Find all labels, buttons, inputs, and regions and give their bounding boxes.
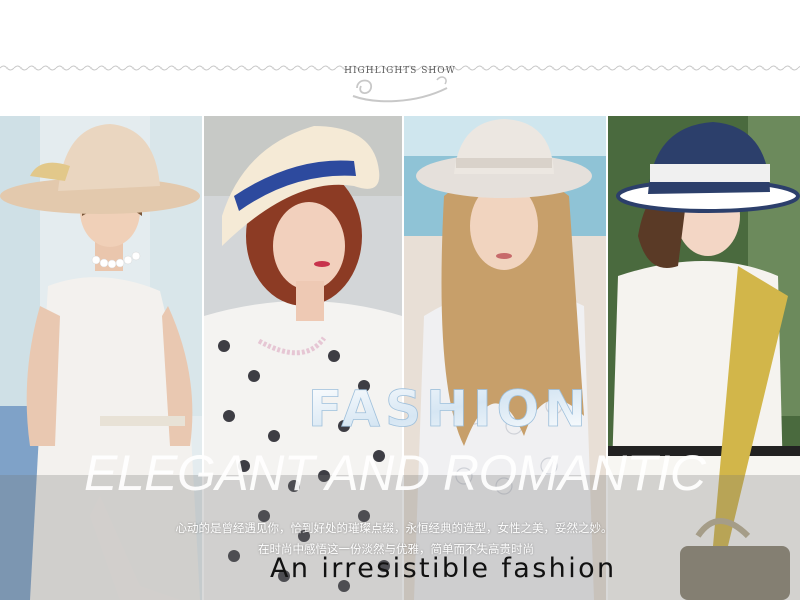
swirl-ornament-icon <box>352 76 448 103</box>
headline: ELEGANT AND ROMANTIC <box>84 445 706 501</box>
caption-line-1: 心动的是曾经遇见你，恰到好处的璀璨点缀，永恒经典的造型，女性之美，妥然之妙。 <box>175 523 613 535</box>
fashion-sparkle-word: FASHION <box>308 380 591 436</box>
svg-text:FASHION: FASHION <box>308 380 591 436</box>
header-band: HIGHLIGHTS SHOW <box>0 0 800 116</box>
tagline: An irresistible fashion <box>270 553 617 584</box>
